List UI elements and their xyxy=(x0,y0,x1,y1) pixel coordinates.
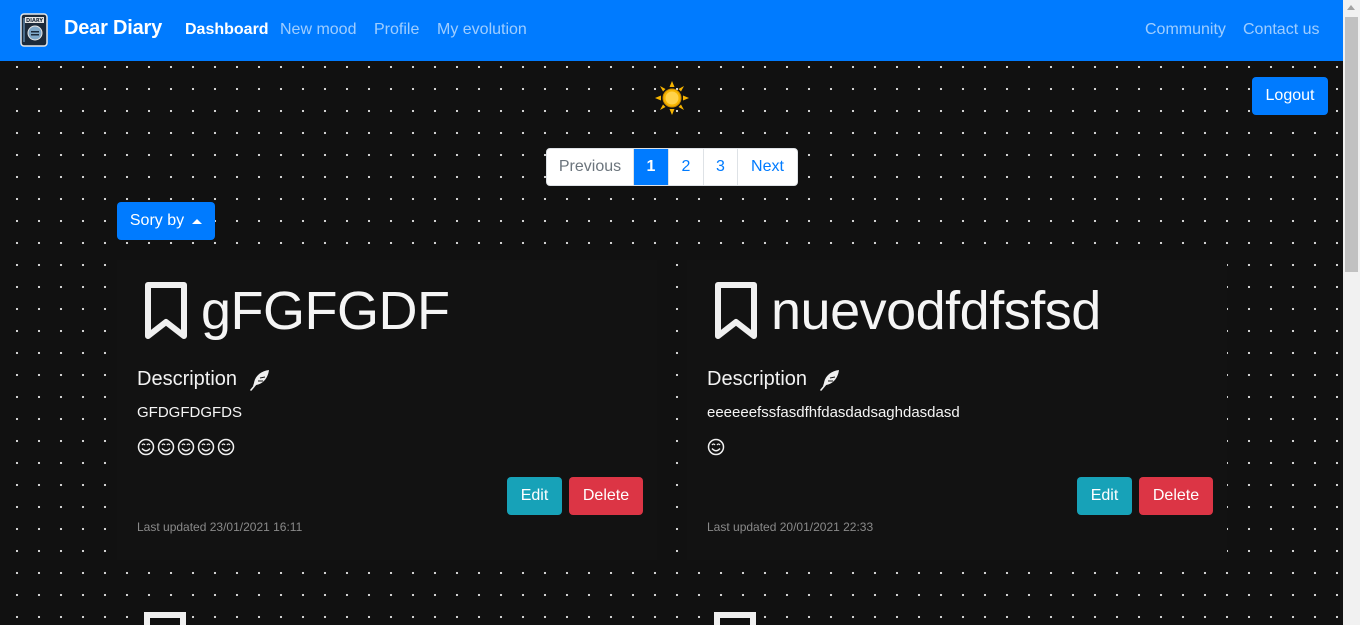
smile-icon xyxy=(217,438,235,456)
bookmark-icon xyxy=(714,612,756,625)
feather-icon xyxy=(250,369,270,391)
nav-link-community[interactable]: Community xyxy=(1145,21,1226,39)
description-label: Description xyxy=(707,368,808,390)
bookmark-icon xyxy=(145,282,187,339)
edit-button[interactable]: Edit xyxy=(1077,477,1132,515)
description-label: Description xyxy=(137,368,238,390)
feather-icon xyxy=(820,369,840,391)
pagination-next[interactable]: Next xyxy=(738,149,797,185)
diary-entry-card: gFGFGDF Description GFDGFDGFDS Edit Dele… xyxy=(117,260,657,560)
sort-by-dropdown-button[interactable]: Sory by xyxy=(117,202,215,240)
pagination-previous[interactable]: Previous xyxy=(547,149,634,185)
svg-text:DIARY: DIARY xyxy=(26,18,43,24)
diary-book-icon[interactable]: DIARY xyxy=(19,13,49,47)
bookmark-icon xyxy=(144,612,186,625)
nav-link-new-mood[interactable]: New mood xyxy=(280,21,356,39)
top-navbar: DIARY Dear Diary Dashboard New mood Prof… xyxy=(0,0,1343,61)
logout-button[interactable]: Logout xyxy=(1252,77,1328,115)
scroll-thumb[interactable] xyxy=(1345,17,1358,272)
nav-link-contact-us[interactable]: Contact us xyxy=(1243,21,1319,39)
mood-rating xyxy=(707,438,725,456)
delete-button[interactable]: Delete xyxy=(1139,477,1213,515)
entry-title-row: gFGFGDF xyxy=(143,280,450,342)
bookmark-icon xyxy=(715,282,757,339)
page-scrollbar[interactable] xyxy=(1343,0,1360,625)
pagination: Previous 1 2 3 Next xyxy=(546,148,798,186)
mood-rating xyxy=(137,438,235,456)
diary-entry-card: nuevodfdfsfsd Description eeeeeefssfasdf… xyxy=(687,260,1227,560)
smile-icon xyxy=(137,438,155,456)
last-updated-text: Last updated 20/01/2021 22:33 xyxy=(707,520,874,534)
entry-description: eeeeeefssfasdfhfdasdadsaghdasdasd xyxy=(707,404,960,421)
entry-description: GFDGFDGFDS xyxy=(137,404,242,421)
brand-name[interactable]: Dear Diary xyxy=(64,17,162,40)
nav-link-my-evolution[interactable]: My evolution xyxy=(437,21,527,39)
pagination-page-3[interactable]: 3 xyxy=(704,149,738,185)
description-header: Description xyxy=(137,368,271,391)
smile-icon xyxy=(177,438,195,456)
smile-icon xyxy=(707,438,725,456)
smile-icon xyxy=(157,438,175,456)
description-header: Description xyxy=(707,368,841,391)
nav-link-profile[interactable]: Profile xyxy=(374,21,419,39)
pagination-page-1[interactable]: 1 xyxy=(634,149,669,185)
smile-icon xyxy=(197,438,215,456)
entry-title: gFGFGDF xyxy=(201,281,450,341)
delete-button[interactable]: Delete xyxy=(569,477,643,515)
sun-icon[interactable] xyxy=(655,81,689,115)
entry-title: nuevodfdfsfsd xyxy=(771,281,1101,341)
edit-button[interactable]: Edit xyxy=(507,477,562,515)
sort-by-label: Sory by xyxy=(129,212,185,229)
caret-up-icon xyxy=(192,218,203,224)
last-updated-text: Last updated 23/01/2021 16:11 xyxy=(137,520,303,534)
entry-title-row: nuevodfdfsfsd xyxy=(713,280,1101,342)
scroll-up-arrow-icon[interactable] xyxy=(1347,5,1355,10)
nav-link-dashboard[interactable]: Dashboard xyxy=(185,21,269,39)
pagination-page-2[interactable]: 2 xyxy=(669,149,704,185)
